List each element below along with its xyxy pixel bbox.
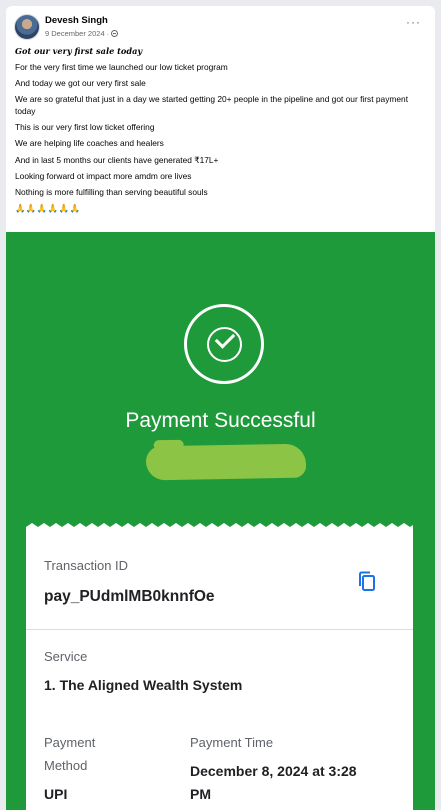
globe-icon [111,30,119,37]
post-line: For the very first time we launched our … [15,62,228,73]
avatar[interactable] [14,14,40,40]
author-name[interactable]: Devesh Singh [45,15,108,26]
payment-method-label-line2: Method [44,758,88,773]
post-lead: Got our very first sale today [15,46,143,56]
copy-icon[interactable] [357,571,377,593]
payment-time-value-line2: PM [190,786,211,802]
payment-method-value: UPI [44,786,68,802]
transaction-id-value: pay_PUdmlMB0knnfOe [44,588,215,605]
receipt-card: Transaction ID pay_PUdmlMB0knnfOe Servic… [26,532,413,810]
post-line: And today we got our very first sale [15,78,146,89]
post-date[interactable]: 9 December 2024 [45,29,105,38]
payment-status-title: Payment Successful [125,409,316,432]
post-meta: 9 December 2024 · [45,29,119,38]
more-options-icon[interactable]: ··· [406,16,421,28]
payment-method-label-line1: Payment [44,735,96,750]
post-line: We are helping life coaches and healers [15,138,164,149]
post-line: Nothing is more fulfilling than serving … [15,186,208,197]
receipt-divider [26,629,413,630]
transaction-id-label: Transaction ID [44,558,129,573]
post-line: We are so grateful that just in a day we… [15,94,409,117]
post-text: Got our very first sale today For the ve… [15,45,425,218]
post-header: Devesh Singh 9 December 2024 · ··· [14,14,427,42]
payment-screenshot-image[interactable]: Payment Successful Transaction ID pay_PU… [6,232,435,810]
payment-time-value-line1: December 8, 2024 at 3:28 [190,763,357,779]
redaction-mark [145,443,307,481]
post-line: This is our very first low ticket offeri… [15,122,155,133]
facebook-post: Devesh Singh 9 December 2024 · ··· Got ou… [6,6,435,810]
payment-time-label: Payment Time [190,735,274,750]
service-label: Service [44,649,88,664]
post-line: And in last 5 months our clients have ge… [15,154,219,165]
post-emojis: 🙏🙏🙏🙏🙏🙏 [15,202,81,213]
meta-separator: · [106,29,110,38]
service-value: 1. The Aligned Wealth System [44,677,243,693]
post-line: Looking forward ot impact more amdm ore … [15,170,192,181]
